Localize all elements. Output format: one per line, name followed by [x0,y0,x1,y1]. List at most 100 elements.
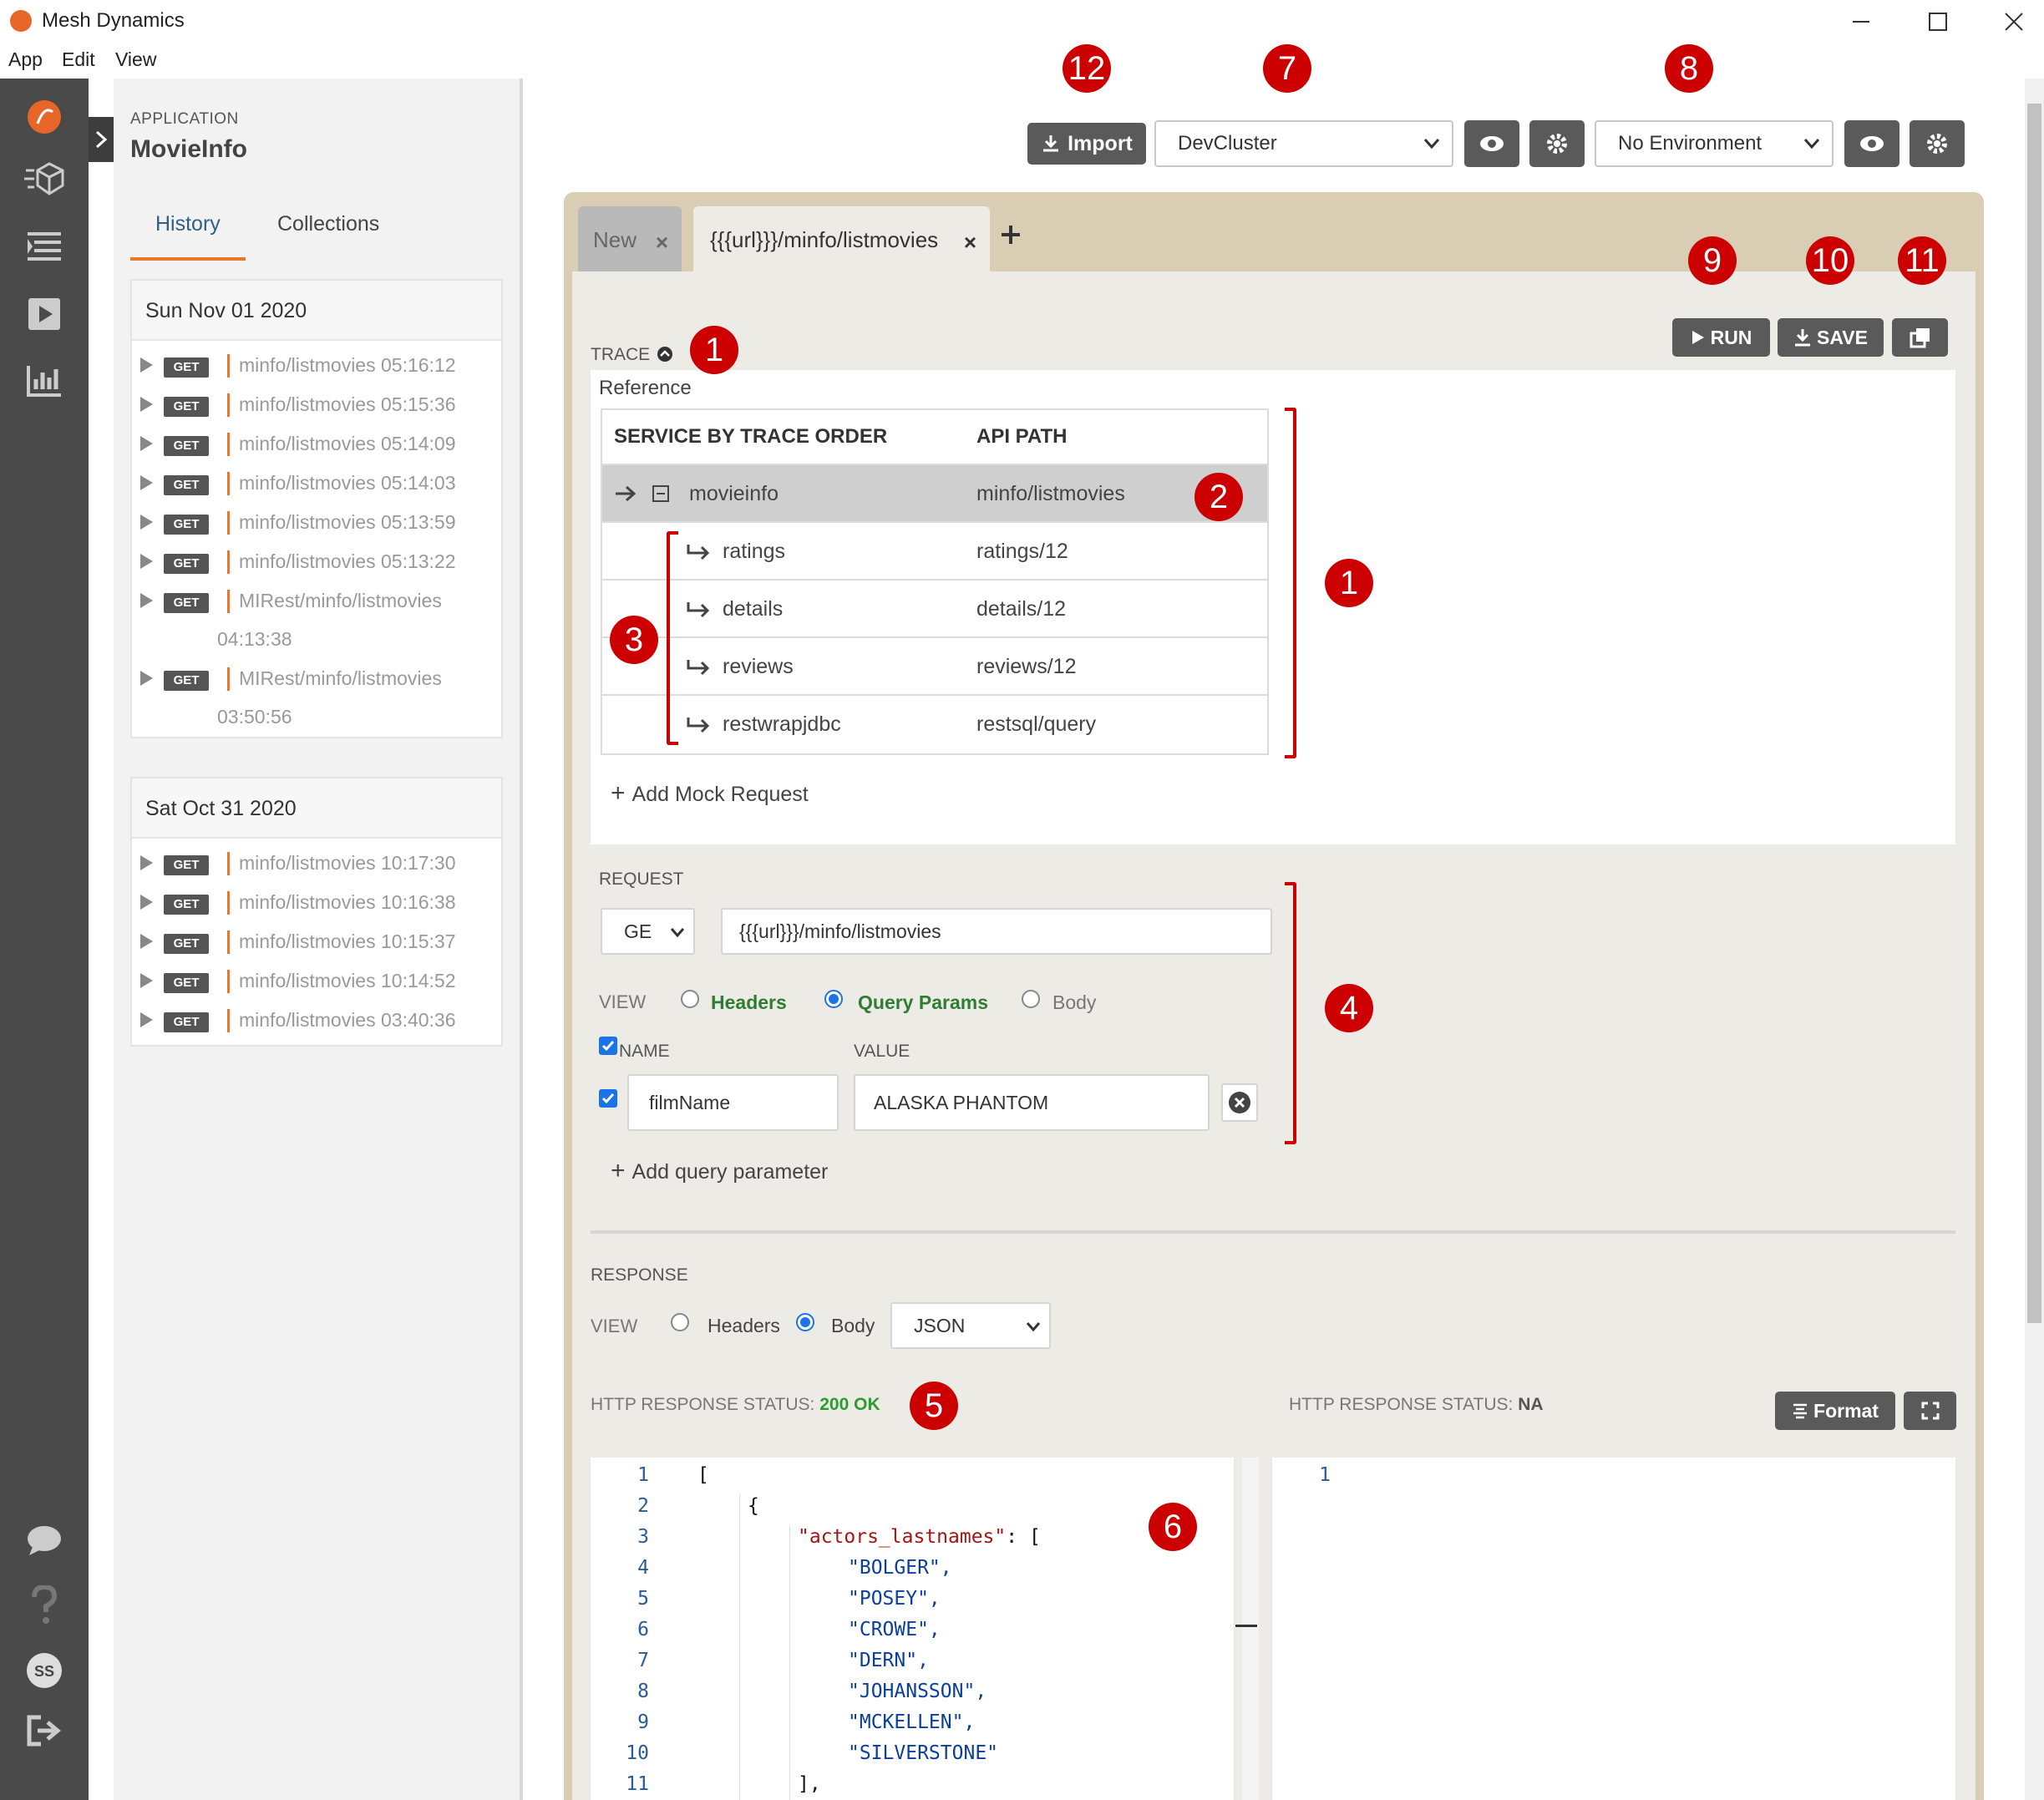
expand-icon[interactable] [140,671,153,686]
view-environment-button[interactable] [1844,120,1899,167]
close-window-button[interactable] [1976,0,2044,43]
environment-select[interactable]: No Environment [1595,120,1834,167]
radio-query-params[interactable] [824,990,843,1008]
expand-icon[interactable] [140,515,153,530]
response-body-label[interactable]: Body [831,1315,875,1337]
history-item[interactable]: GET minfo/listmovies 10:15:37 [132,922,501,961]
expand-icon[interactable] [140,436,153,451]
history-item[interactable]: GET MIRest/minfo/listmovies 04:13:38 [132,581,501,659]
trace-label[interactable]: TRACE [591,345,673,365]
tab-active-request[interactable]: {{{url}}}/minfo/listmovies × [693,206,990,273]
avatar[interactable]: SS [21,1647,68,1694]
child-arrow-icon [687,660,710,676]
body-option-label[interactable]: Body [1052,991,1096,1014]
param-value-value: ALASKA PHANTOM [874,1091,1049,1113]
help-icon[interactable] [21,1582,68,1629]
select-all-checkbox[interactable] [599,1037,617,1055]
trace-row[interactable]: details details/12 [602,581,1267,638]
logout-icon[interactable] [21,1707,68,1754]
trace-row[interactable]: restwrapjdbc restsql/query [602,696,1267,753]
expand-icon[interactable] [140,593,153,608]
expand-icon[interactable] [140,895,153,910]
param-value-input[interactable]: ALASKA PHANTOM [854,1074,1210,1131]
annotation-bracket [1285,882,1296,1144]
expand-icon[interactable] [140,397,153,412]
headers-option-label[interactable]: Headers [711,991,787,1014]
editor-splitter[interactable] [1235,1458,1259,1800]
expand-icon[interactable] [140,554,153,569]
history-item[interactable]: GET minfo/listmovies 05:16:12 [132,346,501,385]
param-enabled-checkbox[interactable] [599,1089,617,1108]
history-item[interactable]: GET minfo/listmovies 03:40:36 [132,1001,501,1040]
chat-icon[interactable] [21,1517,68,1564]
radio-body[interactable] [1022,990,1040,1008]
expand-icon[interactable] [140,855,153,870]
annotation-badge: 8 [1665,44,1713,93]
duplicate-button[interactable] [1892,318,1948,357]
chart-icon[interactable] [21,357,68,404]
trace-row[interactable]: ratings ratings/12 [602,523,1267,581]
expand-icon[interactable] [140,357,153,373]
view-cluster-button[interactable] [1464,120,1519,167]
response-editor-left[interactable]: 1 2 3 4 5 6 7 8 9 10 11 [ { "actors_last… [591,1458,1234,1800]
history-item[interactable]: GET minfo/listmovies 05:14:09 [132,424,501,464]
response-editor-right[interactable]: 1 [1272,1458,1955,1800]
scrollbar-thumb[interactable] [2027,104,2041,1323]
url-input[interactable]: {{{url}}}/minfo/listmovies [721,908,1272,955]
format-button[interactable]: Format [1775,1392,1895,1430]
expand-icon[interactable] [140,973,153,988]
history-item[interactable]: GET minfo/listmovies 05:13:22 [132,542,501,581]
history-item[interactable]: GET minfo/listmovies 10:14:52 [132,961,501,1001]
maximize-button[interactable] [1899,0,1976,43]
expand-icon[interactable] [140,934,153,949]
mesh-logo-icon[interactable] [21,94,68,140]
tab-strip: New × {{{url}}}/minfo/listmovies × [564,192,1984,273]
scrollbar[interactable] [2025,79,2044,1800]
tab-history[interactable]: History [155,212,221,236]
run-button[interactable]: RUN [1672,318,1770,357]
list-icon[interactable] [21,224,68,271]
menu-app[interactable]: App [8,48,43,71]
radio-headers[interactable] [681,990,699,1008]
expand-icon[interactable] [140,475,153,490]
history-item-path: minfo/listmovies 05:14:09 [239,433,456,454]
radio-response-headers[interactable] [671,1313,689,1331]
close-tab-icon[interactable]: × [964,230,976,256]
remove-param-button[interactable] [1221,1083,1258,1122]
expand-icon[interactable] [140,1012,153,1027]
menu-view[interactable]: View [115,48,156,71]
save-label: SAVE [1817,326,1868,348]
cluster-settings-button[interactable] [1529,120,1585,167]
minimize-button[interactable] [1823,0,1899,43]
radio-response-body[interactable] [796,1313,814,1331]
trace-row[interactable]: reviews reviews/12 [602,638,1267,696]
history-item[interactable]: GET minfo/listmovies 10:16:38 [132,883,501,922]
history-item[interactable]: GET MIRest/minfo/listmovies 03:50:56 [132,659,501,737]
play-icon[interactable] [21,291,68,337]
method-select[interactable]: GE [601,908,695,955]
history-item[interactable]: GET minfo/listmovies 05:13:59 [132,503,501,542]
history-item[interactable]: GET minfo/listmovies 05:14:03 [132,464,501,503]
response-format-select[interactable]: JSON [890,1302,1051,1349]
history-item[interactable]: GET minfo/listmovies 05:15:36 [132,385,501,424]
menu-edit[interactable]: Edit [62,48,95,71]
param-name-input[interactable]: filmName [627,1074,839,1131]
fullscreen-button[interactable] [1904,1392,1956,1430]
environment-settings-button[interactable] [1910,120,1965,167]
cube-icon[interactable] [21,155,68,202]
save-button[interactable]: SAVE [1778,318,1884,357]
add-mock-request-button[interactable]: + Add Mock Request [611,779,809,808]
add-query-parameter-button[interactable]: + Add query parameter [611,1157,828,1185]
response-headers-label[interactable]: Headers [708,1315,780,1337]
close-tab-icon[interactable]: × [656,230,668,256]
query-params-option-label[interactable]: Query Params [858,991,988,1014]
tab-new[interactable]: New × [578,206,682,273]
download-icon [1795,329,1811,347]
tab-collections[interactable]: Collections [277,212,379,236]
add-tab-button[interactable] [1000,224,1022,246]
import-button[interactable]: Import [1027,123,1146,165]
sidebar-toggle-button[interactable] [89,117,114,162]
history-item[interactable]: GET minfo/listmovies 10:17:30 [132,844,501,883]
trace-row-selected[interactable]: movieinfo minfo/listmovies [602,465,1267,523]
cluster-select[interactable]: DevCluster [1154,120,1453,167]
